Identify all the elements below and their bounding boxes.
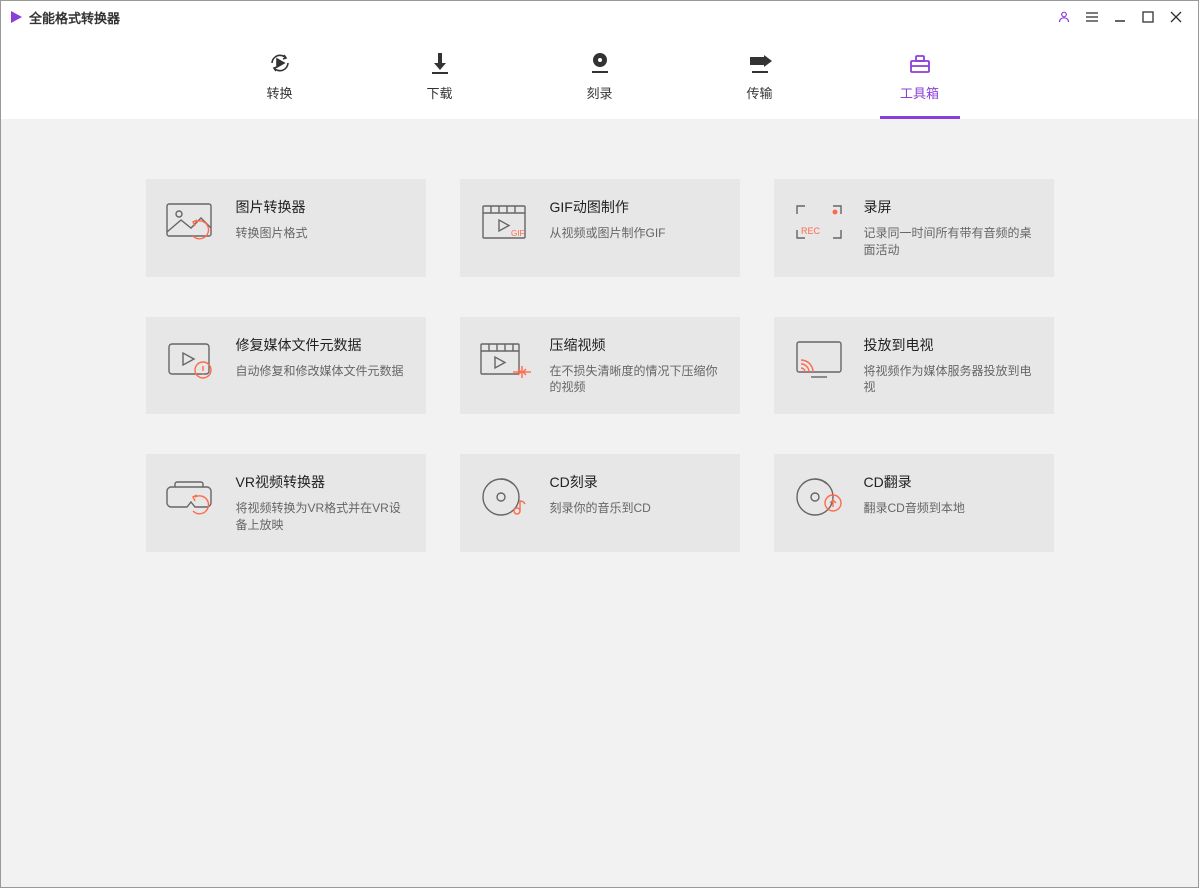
- nav-toolbox[interactable]: 工具箱: [880, 43, 960, 119]
- toolbox-icon: [906, 49, 934, 77]
- user-icon[interactable]: [1050, 3, 1078, 31]
- nav-label: 下载: [426, 83, 452, 102]
- tool-gif-maker[interactable]: GIF GIF动图制作 从视频或图片制作GIF: [460, 179, 740, 277]
- transfer-icon: [746, 49, 774, 77]
- nav-download[interactable]: 下载: [400, 43, 480, 119]
- nav-convert[interactable]: 转换: [240, 43, 320, 119]
- menu-icon[interactable]: [1078, 3, 1106, 31]
- tool-screen-recorder[interactable]: REC 录屏 记录同一时间所有带有音频的桌面活动: [774, 179, 1054, 277]
- nav-label: 工具箱: [900, 83, 939, 102]
- card-desc: 自动修复和修改媒体文件元数据: [236, 363, 410, 380]
- tool-grid: 图片转换器 转换图片格式 GIF GIF动图制作 从视频或图片制作GIF: [41, 179, 1158, 552]
- nav-label: 转换: [266, 83, 292, 102]
- cast-to-tv-icon: [790, 335, 850, 385]
- burn-icon: [586, 49, 614, 77]
- card-title: 压缩视频: [550, 335, 724, 355]
- compress-video-icon: [476, 335, 536, 385]
- nav-burn[interactable]: 刻录: [560, 43, 640, 119]
- cd-burn-icon: [476, 472, 536, 522]
- card-title: VR视频转换器: [236, 472, 410, 492]
- gif-maker-icon: GIF: [476, 197, 536, 247]
- svg-text:GIF: GIF: [511, 229, 524, 238]
- card-desc: 转换图片格式: [236, 225, 410, 242]
- tool-cd-rip[interactable]: CD翻录 翻录CD音频到本地: [774, 454, 1054, 552]
- card-title: CD翻录: [864, 472, 1038, 492]
- app-title: 全能格式转换器: [29, 8, 120, 27]
- card-desc: 记录同一时间所有带有音频的桌面活动: [864, 225, 1038, 259]
- svg-text:REC: REC: [801, 226, 821, 236]
- titlebar: 全能格式转换器: [1, 1, 1198, 33]
- card-title: 录屏: [864, 197, 1038, 217]
- main-nav: 转换 下载 刻录 传输 工具箱: [1, 33, 1198, 119]
- tool-fix-metadata[interactable]: 修复媒体文件元数据 自动修复和修改媒体文件元数据: [146, 317, 426, 415]
- card-title: 投放到电视: [864, 335, 1038, 355]
- card-desc: 将视频转换为VR格式并在VR设备上放映: [236, 500, 410, 534]
- card-title: GIF动图制作: [550, 197, 724, 217]
- card-title: CD刻录: [550, 472, 724, 492]
- tool-cd-burn[interactable]: CD刻录 刻录你的音乐到CD: [460, 454, 740, 552]
- minimize-button[interactable]: [1106, 3, 1134, 31]
- convert-icon: [266, 49, 294, 77]
- logo-icon: [9, 10, 23, 24]
- card-desc: 刻录你的音乐到CD: [550, 500, 724, 517]
- maximize-button[interactable]: [1134, 3, 1162, 31]
- tool-vr-converter[interactable]: VR视频转换器 将视频转换为VR格式并在VR设备上放映: [146, 454, 426, 552]
- image-converter-icon: [162, 197, 222, 247]
- tool-cast-to-tv[interactable]: 投放到电视 将视频作为媒体服务器投放到电视: [774, 317, 1054, 415]
- tool-compress-video[interactable]: 压缩视频 在不损失清晰度的情况下压缩你的视频: [460, 317, 740, 415]
- close-button[interactable]: [1162, 3, 1190, 31]
- screen-recorder-icon: REC: [790, 197, 850, 247]
- card-desc: 将视频作为媒体服务器投放到电视: [864, 363, 1038, 397]
- cd-rip-icon: [790, 472, 850, 522]
- fix-metadata-icon: [162, 335, 222, 385]
- nav-label: 传输: [746, 83, 772, 102]
- nav-transfer[interactable]: 传输: [720, 43, 800, 119]
- tool-image-converter[interactable]: 图片转换器 转换图片格式: [146, 179, 426, 277]
- vr-converter-icon: [162, 472, 222, 522]
- download-icon: [426, 49, 454, 77]
- card-title: 修复媒体文件元数据: [236, 335, 410, 355]
- card-desc: 在不损失清晰度的情况下压缩你的视频: [550, 363, 724, 397]
- card-title: 图片转换器: [236, 197, 410, 217]
- nav-label: 刻录: [586, 83, 612, 102]
- card-desc: 翻录CD音频到本地: [864, 500, 1038, 517]
- app-logo: 全能格式转换器: [9, 8, 120, 27]
- content-area: 图片转换器 转换图片格式 GIF GIF动图制作 从视频或图片制作GIF: [1, 119, 1198, 887]
- card-desc: 从视频或图片制作GIF: [550, 225, 724, 242]
